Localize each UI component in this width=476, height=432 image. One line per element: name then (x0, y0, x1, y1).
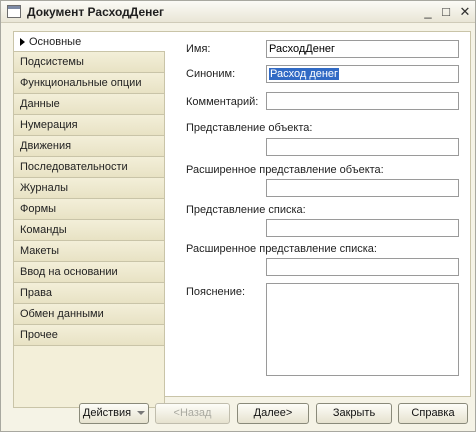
sidebar-item-label: Движения (20, 140, 72, 152)
explanation-label: Пояснение: (186, 286, 246, 298)
minimize-button[interactable]: _ (419, 3, 437, 21)
main-properties-panel: Имя: РасходДенег Синоним: Расход денег К… (165, 31, 471, 397)
chevron-down-icon (137, 411, 146, 415)
extended-object-representation-label: Расширенное представление объекта: (186, 164, 384, 176)
title-bar: Документ РасходДенег _ □ ✕ (1, 1, 475, 23)
object-representation-field[interactable] (266, 138, 459, 156)
sidebar-item-label: Права (20, 287, 52, 299)
actions-label: Действия (82, 407, 132, 419)
sidebar-item-label: Последовательности (20, 161, 128, 173)
sidebar-item-label: Ввод на основании (20, 266, 118, 278)
back-button[interactable]: <Назад (155, 403, 230, 424)
selected-arrow-icon (20, 38, 25, 46)
sidebar-item-input-based-on[interactable]: Ввод на основании (13, 262, 165, 283)
sidebar-item-functional-options[interactable]: Функциональные опции (13, 73, 165, 94)
sidebar-item-rights[interactable]: Права (13, 283, 165, 304)
sidebar-item-label: Формы (20, 203, 57, 215)
window-icon (7, 5, 21, 18)
sidebar-filler (13, 346, 165, 408)
sidebar-item-label: Основные (29, 36, 82, 48)
sidebar-item-forms[interactable]: Формы (13, 199, 165, 220)
synonym-label: Синоним: (186, 68, 236, 80)
window-title: Документ РасходДенег (27, 5, 165, 19)
sidebar-item-label: Функциональные опции (20, 77, 142, 89)
extended-object-representation-field[interactable] (266, 179, 459, 197)
close-button[interactable]: Закрыть (316, 403, 392, 424)
extended-list-representation-label: Расширенное представление списка: (186, 243, 377, 255)
sidebar-nav: Основные Подсистемы Функциональные опции… (13, 31, 166, 408)
sidebar-item-journals[interactable]: Журналы (13, 178, 165, 199)
sidebar-item-label: Макеты (20, 245, 60, 257)
sidebar-item-numbering[interactable]: Нумерация (13, 115, 165, 136)
name-field[interactable]: РасходДенег (266, 40, 459, 58)
maximize-button[interactable]: □ (437, 3, 455, 21)
comment-field[interactable] (266, 92, 459, 110)
sidebar-item-label: Подсистемы (20, 56, 84, 68)
sidebar-item-data[interactable]: Данные (13, 94, 165, 115)
sidebar-item-label: Обмен данными (20, 308, 104, 320)
sidebar-item-osnovnye[interactable]: Основные (13, 31, 166, 52)
sidebar-item-label: Данные (20, 98, 60, 110)
sidebar-item-templates[interactable]: Макеты (13, 241, 165, 262)
comment-label: Комментарий: (186, 96, 259, 108)
close-window-button[interactable]: ✕ (456, 3, 474, 21)
help-button[interactable]: Справка (398, 403, 468, 424)
sidebar-item-label: Журналы (20, 182, 69, 194)
sidebar-item-label: Прочее (20, 329, 58, 341)
object-representation-label: Представление объекта: (186, 122, 313, 134)
sidebar-item-commands[interactable]: Команды (13, 220, 165, 241)
sidebar-item-sequences[interactable]: Последовательности (13, 157, 165, 178)
list-representation-field[interactable] (266, 219, 459, 237)
extended-list-representation-field[interactable] (266, 258, 459, 276)
sidebar-item-other[interactable]: Прочее (13, 325, 165, 346)
synonym-selected-text: Расход денег (269, 68, 340, 80)
sidebar-item-podsistemy[interactable]: Подсистемы (13, 52, 165, 73)
sidebar-item-label: Команды (20, 224, 67, 236)
next-button[interactable]: Далее> (237, 403, 309, 424)
synonym-field[interactable]: Расход денег (266, 65, 459, 83)
sidebar-item-movements[interactable]: Движения (13, 136, 165, 157)
list-representation-label: Представление списка: (186, 204, 306, 216)
explanation-textarea[interactable] (266, 283, 459, 376)
sidebar-item-label: Нумерация (20, 119, 78, 131)
configuration-window: Документ РасходДенег _ □ ✕ Основные Подс… (0, 0, 476, 432)
actions-dropdown-button[interactable]: Действия (79, 403, 149, 424)
name-label: Имя: (186, 43, 211, 55)
sidebar-item-data-exchange[interactable]: Обмен данными (13, 304, 165, 325)
